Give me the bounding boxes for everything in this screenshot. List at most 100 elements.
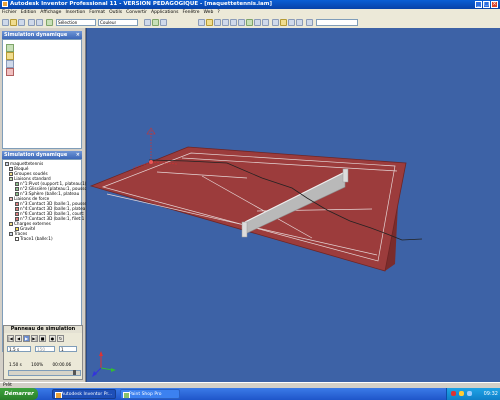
redo-icon[interactable] xyxy=(36,19,43,26)
maximize-button[interactable]: □ xyxy=(483,1,490,8)
current-time: 1.50 s xyxy=(9,362,22,367)
return-icon[interactable] xyxy=(152,19,159,26)
zoom-window-icon[interactable] xyxy=(214,19,221,26)
step-back-icon[interactable]: ◀ xyxy=(15,335,22,342)
inventor-task-icon xyxy=(55,392,62,398)
menu-insertion[interactable]: Insertion xyxy=(63,9,87,17)
menu-outils[interactable]: Outils xyxy=(107,9,124,17)
record-icon[interactable]: ● xyxy=(49,335,56,342)
clock[interactable]: 09:32 xyxy=(484,388,498,400)
color-combo[interactable]: Couleur xyxy=(98,19,138,26)
filter-field[interactable]: 1 xyxy=(59,346,77,352)
start-button[interactable]: Démarrer xyxy=(0,388,38,400)
minimize-button[interactable]: _ xyxy=(475,1,482,8)
tree-item-trace1[interactable]: Trace1 (balle:1) xyxy=(15,236,53,241)
new-file-icon[interactable] xyxy=(2,19,9,26)
images-field[interactable]: 150 xyxy=(35,346,55,352)
simulation-progress-fill xyxy=(9,371,80,375)
lock-icon xyxy=(9,166,13,171)
3d-viewport[interactable] xyxy=(86,28,500,382)
loop-icon[interactable]: ↻ xyxy=(57,335,64,342)
net-post-left[interactable] xyxy=(241,221,248,238)
zoom-selected-icon[interactable] xyxy=(238,19,245,26)
contact-icon xyxy=(15,216,19,221)
contact-icon xyxy=(15,211,19,216)
update-icon[interactable] xyxy=(144,19,151,26)
select-tool-icon[interactable] xyxy=(46,19,53,26)
rewind-icon[interactable]: |◀ xyxy=(7,335,14,342)
elapsed-steps: 00:00.06 xyxy=(52,362,72,367)
command-panel xyxy=(2,39,82,149)
open-folder-icon[interactable] xyxy=(10,19,17,26)
simulation-progress-bar[interactable] xyxy=(8,370,81,376)
camera-icon[interactable] xyxy=(296,19,303,26)
joint-icon xyxy=(15,191,19,196)
assembly-icon xyxy=(5,161,9,166)
pan-icon[interactable] xyxy=(230,19,237,26)
simulation-panel: Panneau de simulation |◀ ◀ ▶ ▶| ■ ● ↻ 1.… xyxy=(3,325,83,380)
link-icon xyxy=(9,176,13,181)
menu-affichage[interactable]: Affichage xyxy=(38,9,63,17)
joint-icon xyxy=(15,181,19,186)
menu-edition[interactable]: Edition xyxy=(19,9,39,17)
contact-icon xyxy=(15,201,19,206)
panel-close-icon[interactable]: × xyxy=(76,151,80,159)
close-button[interactable]: × xyxy=(491,1,498,8)
load-icon[interactable] xyxy=(6,52,14,60)
rotate-icon[interactable] xyxy=(246,19,253,26)
final-time-field[interactable]: 1.5 s xyxy=(7,346,31,352)
menu-help[interactable]: ? xyxy=(215,9,221,17)
joint-icon[interactable] xyxy=(6,44,14,52)
menu-fichier[interactable]: Fichier xyxy=(0,9,19,17)
menu-fenetre[interactable]: Fenêtre xyxy=(180,9,201,17)
undo-icon[interactable] xyxy=(28,19,35,26)
menu-convertir[interactable]: Convertir xyxy=(124,9,149,17)
iso-view-icon[interactable] xyxy=(272,19,279,26)
selection-combo[interactable]: Sélection xyxy=(56,19,96,26)
trace-icon xyxy=(15,236,19,241)
panel-close-icon[interactable]: × xyxy=(76,31,80,39)
trace-icon[interactable] xyxy=(6,60,14,68)
zoom-all-icon[interactable] xyxy=(206,19,213,26)
display-style-icon[interactable] xyxy=(280,19,287,26)
look-at-icon[interactable] xyxy=(198,19,205,26)
step-forward-icon[interactable]: ▶| xyxy=(31,335,38,342)
tray-security-icon[interactable] xyxy=(451,391,456,396)
joint-icon xyxy=(15,186,19,191)
tennis-ball[interactable] xyxy=(149,160,153,164)
view-triad-icon xyxy=(92,351,116,377)
menu-format[interactable]: Format xyxy=(87,9,107,17)
panel-header-top[interactable]: Simulation dynamique × xyxy=(2,31,82,39)
menu-web[interactable]: Web xyxy=(202,9,216,17)
task-paintshop[interactable]: Paint Shop Pro xyxy=(120,389,180,399)
sketch-icon[interactable] xyxy=(160,19,167,26)
system-tray: 09:32 xyxy=(446,388,500,400)
shadow-icon[interactable] xyxy=(288,19,295,26)
progress-slider-handle[interactable] xyxy=(73,370,76,375)
play-icon[interactable]: ▶ xyxy=(23,335,30,342)
next-view-icon[interactable] xyxy=(262,19,269,26)
stop-icon[interactable]: ■ xyxy=(39,335,46,342)
sim-status-row: 1.50 s 100% 00:00.06 xyxy=(9,362,81,367)
panel-header-browser[interactable]: Simulation dynamique × xyxy=(2,151,82,159)
graph-icon[interactable] xyxy=(6,68,14,76)
tray-network-icon[interactable] xyxy=(459,391,464,396)
window-title-bar[interactable]: Autodesk Inventor Professional 11 - VERS… xyxy=(0,0,500,9)
analysis-icon[interactable] xyxy=(306,19,313,26)
previous-view-icon[interactable] xyxy=(254,19,261,26)
view-combo[interactable] xyxy=(316,19,358,26)
menu-applications[interactable]: Applications xyxy=(149,9,181,17)
percent-complete: 100% xyxy=(31,362,44,367)
browser-tree: maquettetennis Bloqué Groupes soudés Lia… xyxy=(2,159,88,352)
net-post-right[interactable] xyxy=(342,168,349,183)
gravity-icon xyxy=(15,226,19,231)
zoom-icon[interactable] xyxy=(222,19,229,26)
group-icon xyxy=(9,171,13,176)
tray-volume-icon[interactable] xyxy=(467,391,472,396)
trace-icon xyxy=(9,231,13,236)
simulation-panel-title: Panneau de simulation xyxy=(4,326,82,333)
paintshop-task-icon xyxy=(123,392,130,398)
inventor-app-icon[interactable] xyxy=(2,1,8,7)
save-icon[interactable] xyxy=(18,19,25,26)
task-inventor[interactable]: Autodesk Inventor Pr... xyxy=(52,389,116,399)
